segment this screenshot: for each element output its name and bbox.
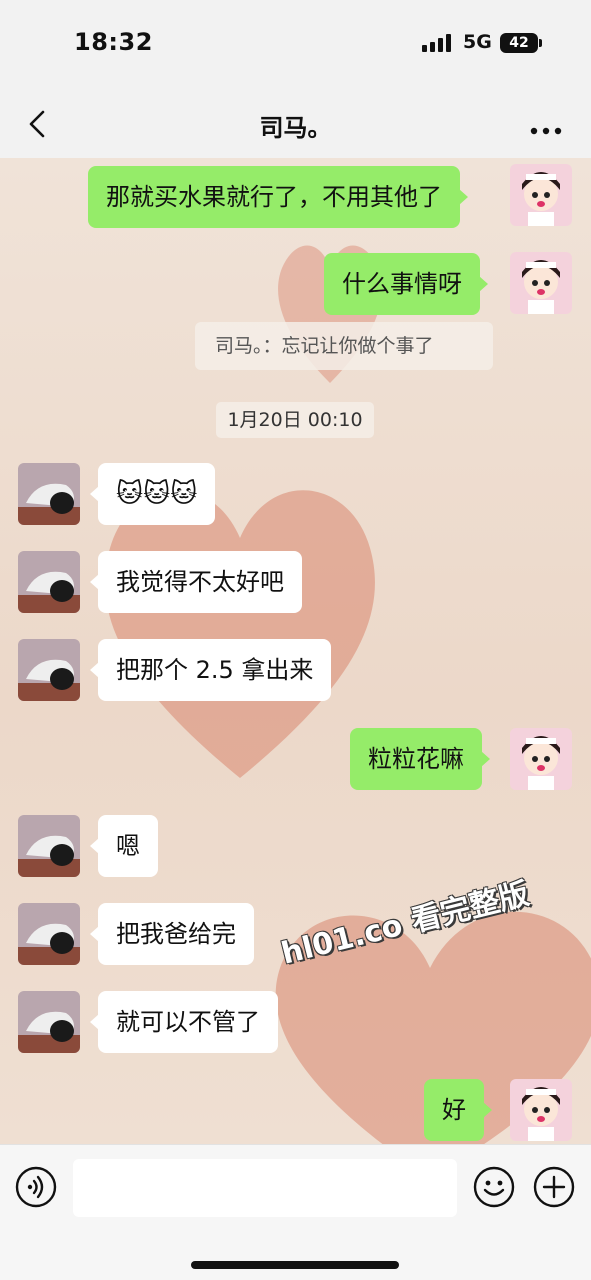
my-avatar[interactable] (510, 1079, 572, 1141)
voice-icon[interactable] (15, 1166, 57, 1208)
battery-icon: 42 (500, 33, 538, 53)
contact-avatar[interactable] (18, 551, 80, 613)
message-input[interactable] (73, 1159, 457, 1217)
message-bubble-received[interactable]: 把那个 2.5 拿出来 (89, 639, 332, 701)
message-bubble-received[interactable]: 我觉得不太好吧 (90, 551, 302, 613)
signal-icon (422, 34, 452, 52)
chat-area[interactable]: 那就买水果就行了，不用其他了 什么事情呀 司马。：忘记让你做个事了 1月20日 … (0, 158, 591, 1144)
my-avatar[interactable] (510, 252, 572, 314)
contact-avatar[interactable] (18, 639, 80, 701)
message-bubble-received[interactable]: 把我爸给完 (90, 903, 254, 965)
message-bubble-received[interactable]: 🐱🐱🐱 (89, 463, 216, 525)
my-avatar[interactable] (510, 728, 572, 790)
contact-avatar[interactable] (18, 463, 80, 525)
message-bubble-sent[interactable]: 粒粒花嘛 (350, 728, 490, 790)
message-bubble-received[interactable]: 嗯 (90, 815, 158, 877)
smile-icon[interactable] (473, 1166, 515, 1208)
message-timestamp: 1月20日 00:10 (216, 402, 374, 438)
ellipsis-icon[interactable] (530, 120, 562, 135)
network-type: 5G (463, 31, 492, 53)
battery-tip (539, 39, 542, 47)
plus-circle-icon[interactable] (533, 1166, 575, 1208)
nav-bar: 司马。 (0, 88, 591, 158)
chat-title: 司马。 (259, 114, 332, 142)
home-indicator (191, 1261, 399, 1269)
contact-avatar[interactable] (18, 903, 80, 965)
message-bubble-sent[interactable]: 好 (424, 1079, 492, 1141)
quoted-message[interactable]: 司马。：忘记让你做个事了 (195, 322, 493, 370)
status-time: 18:32 (74, 28, 153, 56)
input-bar (0, 1144, 591, 1280)
message-bubble-sent[interactable]: 那就买水果就行了，不用其他了 (88, 166, 468, 228)
my-avatar[interactable] (510, 164, 572, 226)
contact-avatar[interactable] (18, 815, 80, 877)
contact-avatar[interactable] (18, 991, 80, 1053)
message-bubble-received[interactable]: 就可以不管了 (90, 991, 278, 1053)
status-bar: 18:32 5G 42 (0, 0, 591, 88)
message-bubble-sent[interactable]: 什么事情呀 (324, 253, 488, 315)
